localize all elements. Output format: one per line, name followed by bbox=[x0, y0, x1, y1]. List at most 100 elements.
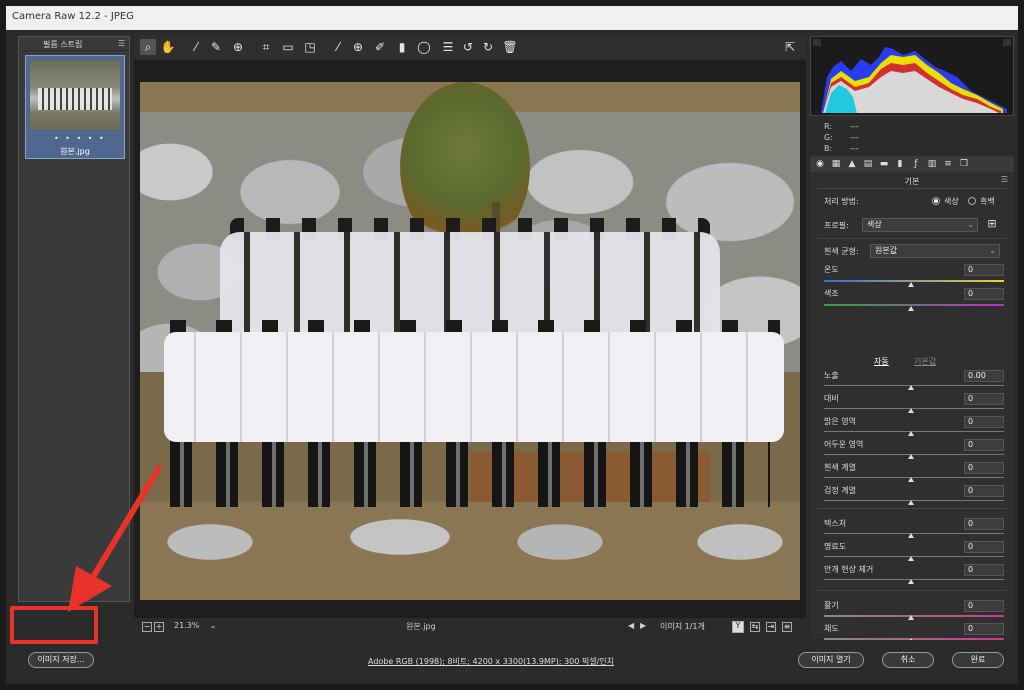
zoom-level[interactable]: 21.3% bbox=[174, 621, 199, 630]
slider-thumb[interactable] bbox=[908, 500, 914, 505]
slider-track[interactable] bbox=[824, 579, 1004, 580]
slider-track[interactable] bbox=[824, 500, 1004, 501]
spot-removal-icon[interactable]: ⁄ bbox=[330, 39, 346, 55]
copy-settings-icon[interactable]: ⇥ bbox=[766, 622, 776, 632]
zoom-dropdown-icon[interactable]: ⌄ bbox=[208, 622, 218, 632]
temp-slider-thumb[interactable] bbox=[908, 282, 914, 287]
done-button[interactable]: 완료 bbox=[952, 652, 1004, 668]
graduated-filter-icon[interactable]: ▮ bbox=[394, 39, 410, 55]
detail-tab-icon[interactable]: ▲ bbox=[846, 158, 858, 170]
readout-b-label: B: bbox=[824, 144, 833, 153]
slider-value[interactable]: 0 bbox=[964, 416, 1004, 428]
image-preview[interactable] bbox=[134, 60, 806, 618]
zoom-out-icon[interactable]: − bbox=[142, 622, 152, 632]
tint-value[interactable]: 0 bbox=[964, 288, 1004, 300]
rating-dots[interactable]: • • • • • bbox=[54, 134, 106, 143]
slider-thumb[interactable] bbox=[908, 431, 914, 436]
temp-slider[interactable] bbox=[824, 280, 1004, 282]
slider-value[interactable]: 0 bbox=[964, 393, 1004, 405]
straighten-icon[interactable]: ▭ bbox=[280, 39, 296, 55]
toggle-settings-icon[interactable]: ≡ bbox=[782, 622, 792, 632]
slider-thumb[interactable] bbox=[908, 477, 914, 482]
slider-thumb[interactable] bbox=[908, 454, 914, 459]
next-image-icon[interactable]: ▶ bbox=[640, 621, 646, 630]
fullscreen-icon[interactable]: ⇱ bbox=[782, 39, 798, 55]
snapshots-tab-icon[interactable]: ❐ bbox=[958, 158, 970, 170]
targeted-adjust-icon[interactable]: ⊕ bbox=[230, 39, 246, 55]
prev-image-icon[interactable]: ◀ bbox=[628, 621, 634, 630]
split-toning-tab-icon[interactable]: ▬ bbox=[878, 158, 890, 170]
cancel-button[interactable]: 취소 bbox=[882, 652, 934, 668]
slider-value[interactable]: 0 bbox=[964, 439, 1004, 451]
slider-value[interactable]: 0 bbox=[964, 600, 1004, 612]
hsl-tab-icon[interactable]: ▤ bbox=[862, 158, 874, 170]
slider-value[interactable]: 0 bbox=[964, 564, 1004, 576]
slider-value[interactable]: 0 bbox=[964, 518, 1004, 530]
fx-tab-icon[interactable]: ƒ bbox=[910, 158, 922, 170]
profile-select[interactable]: 색상 ⌄ bbox=[862, 218, 978, 232]
workflow-options-link[interactable]: Adobe RGB (1998); 8비트; 4200 x 3300(13.9M… bbox=[368, 656, 614, 667]
slider-value[interactable]: 0 bbox=[964, 623, 1004, 635]
zoom-icon[interactable]: ⌕ bbox=[140, 39, 156, 55]
slider-track[interactable] bbox=[824, 477, 1004, 478]
tint-slider[interactable] bbox=[824, 304, 1004, 306]
zoom-in-icon[interactable]: + bbox=[154, 622, 164, 632]
rotate-right-icon[interactable]: ↻ bbox=[480, 39, 496, 55]
hand-icon[interactable]: ✋ bbox=[160, 39, 176, 55]
bw-radio[interactable] bbox=[968, 197, 976, 205]
swap-settings-icon[interactable]: ⇆ bbox=[750, 622, 760, 632]
slider-track[interactable] bbox=[824, 385, 1004, 386]
profile-browser-icon[interactable]: ⊞ bbox=[986, 218, 998, 230]
temp-value[interactable]: 0 bbox=[964, 264, 1004, 276]
slider-thumb[interactable] bbox=[908, 615, 914, 620]
before-after-toggle[interactable]: Y bbox=[732, 621, 744, 633]
rotate-left-icon[interactable]: ↺ bbox=[460, 39, 476, 55]
slider-track[interactable] bbox=[824, 454, 1004, 455]
slider-track[interactable] bbox=[824, 408, 1004, 409]
white-balance-icon[interactable]: ⁄ bbox=[188, 39, 204, 55]
slider-value[interactable]: 0 bbox=[964, 541, 1004, 553]
filmstrip-title: 필름 스트립 bbox=[43, 40, 83, 49]
crop-icon[interactable]: ⌗ bbox=[258, 39, 274, 55]
slider-thumb[interactable] bbox=[908, 533, 914, 538]
wb-label: 흰색 균형: bbox=[824, 247, 859, 256]
default-link[interactable]: 기본값 bbox=[914, 356, 936, 367]
calibration-tab-icon[interactable]: ▥ bbox=[926, 158, 938, 170]
presets-tab-icon[interactable]: ≡ bbox=[942, 158, 954, 170]
slider-thumb[interactable] bbox=[908, 579, 914, 584]
slider-track[interactable] bbox=[824, 556, 1004, 557]
open-image-button[interactable]: 이미지 열기 bbox=[798, 652, 864, 668]
filmstrip-menu-icon[interactable]: ☰ bbox=[118, 39, 125, 48]
slider-track[interactable] bbox=[824, 533, 1004, 534]
slider-label: 밝은 영역 bbox=[824, 417, 856, 426]
slider-thumb[interactable] bbox=[908, 408, 914, 413]
basic-tab-icon[interactable]: ◉ bbox=[814, 158, 826, 170]
adjustment-brush-icon[interactable]: ✐ bbox=[372, 39, 388, 55]
trash-icon[interactable]: 🗑 bbox=[502, 39, 518, 55]
tint-slider-thumb[interactable] bbox=[908, 306, 914, 311]
red-eye-icon[interactable]: ⊕ bbox=[350, 39, 366, 55]
slider-thumb[interactable] bbox=[908, 556, 914, 561]
tone-curve-tab-icon[interactable]: ▦ bbox=[830, 158, 842, 170]
filmstrip-thumbnail[interactable]: • • • • • 원본.jpg bbox=[25, 55, 125, 159]
slider-thumb[interactable] bbox=[908, 385, 914, 390]
radial-filter-icon[interactable]: ◯ bbox=[416, 39, 432, 55]
slider-track[interactable] bbox=[824, 615, 1004, 617]
transform-icon[interactable]: ◳ bbox=[302, 39, 318, 55]
panel-menu-icon[interactable]: ☰ bbox=[1001, 175, 1008, 184]
slider-value[interactable]: 0 bbox=[964, 462, 1004, 474]
preferences-icon[interactable]: ☰ bbox=[440, 39, 456, 55]
save-image-button[interactable]: 이미지 저장... bbox=[28, 652, 94, 668]
lens-tab-icon[interactable]: ▮ bbox=[894, 158, 906, 170]
color-radio[interactable] bbox=[932, 197, 940, 205]
auto-link[interactable]: 자동 bbox=[874, 356, 889, 367]
wb-select[interactable]: 원본값 ⌄ bbox=[870, 244, 1000, 258]
slider-value[interactable]: 0.00 bbox=[964, 370, 1004, 382]
slider-label: 흰색 계열 bbox=[824, 463, 856, 472]
slider-value[interactable]: 0 bbox=[964, 485, 1004, 497]
preview-filename: 원본.jpg bbox=[406, 622, 436, 631]
color-sampler-icon[interactable]: ✎ bbox=[208, 39, 224, 55]
temp-label: 온도 bbox=[824, 265, 839, 274]
slider-track[interactable] bbox=[824, 431, 1004, 432]
readout-g-label: G: bbox=[824, 133, 833, 142]
